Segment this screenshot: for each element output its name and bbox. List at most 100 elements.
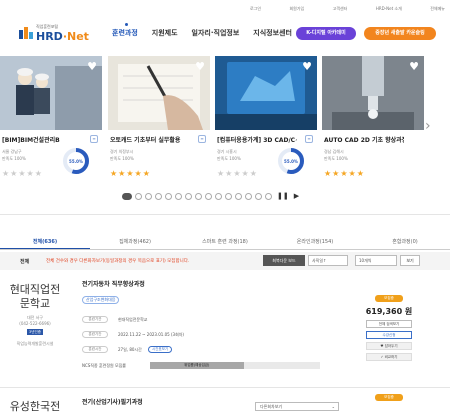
pager-dot[interactable] [245,192,252,200]
save-button[interactable]: ♥ 담아두기 [366,342,412,350]
carousel-pager: ❚❚ ▶ [122,192,299,200]
menu-training-courses[interactable]: 훈련과정 [112,23,138,38]
institution-phone: (042-522-6696) [19,321,51,326]
info-badge-icon: ≡ [90,135,98,143]
course-type-tabs: 전체(636) 집체과정(462) 스마트 훈련 과정(18) 온라인과정(15… [0,238,450,249]
pager-dot[interactable] [225,192,232,200]
new-start-button[interactable]: 중장년 새출발 카운슬링 [364,27,436,40]
tab-smart[interactable]: 스마트 훈련 과정(18) [180,238,270,249]
sort-type-select[interactable]: 최북다운 보드 [263,255,305,266]
k-digital-academy-button[interactable]: K-디지털 아카데미 [296,27,356,40]
carousel-next-icon[interactable]: › [425,118,431,134]
pause-icon[interactable]: ❚❚ [277,192,289,200]
filter-label: 전체 [20,259,30,265]
all-menu-link[interactable]: 전체메뉴 [430,6,445,12]
chevron-down-icon: ⌄ [331,404,335,409]
menu-job-info[interactable]: 일자리·직업정보 [192,28,240,38]
course-card-image: ♥ [0,56,102,130]
institution-name[interactable]: 현대직업전문학교 [5,283,65,311]
course-card-meta: 경남 김해시 만족도 100% [324,149,348,161]
next-slide-icon[interactable]: ▶ [294,192,299,200]
course-card-image: ♥ [322,56,424,130]
pager-dot[interactable] [145,192,152,200]
institution-name[interactable]: 유성한국전 [0,400,70,414]
course-title[interactable]: 전기(산업기사)필기과정 [82,397,143,406]
row-value: 27일, 80시간 [118,347,142,352]
hrd-net-logo[interactable]: 직업훈련포털 HRD·Net [18,22,89,44]
menu-knowledge-center[interactable]: 지식정보센터 [253,28,292,38]
enroll-button[interactable]: 수강신청 [366,331,412,339]
about-link[interactable]: HRD-Net 소개 [376,6,402,12]
pager-dot[interactable] [165,192,172,200]
menu-support-programs[interactable]: 지원제도 [152,28,178,38]
timetable-button[interactable]: 시간표보기 [148,346,173,353]
rating-stars: ★★★★★ [2,169,43,178]
pager-dot[interactable] [215,192,222,200]
compare-button[interactable]: ✓ 비교하기 [366,353,412,361]
pager-dot[interactable] [135,192,142,200]
course-card-title[interactable]: [BIM]BIM건설관리B [2,135,82,144]
logo-mark-icon [19,27,33,39]
view-button[interactable]: 보기 [400,255,420,266]
logo-text: HRD·Net [36,30,89,43]
course-card[interactable]: ♥ [컴퓨터응용가계] 3D CAD/C~ ≡ 경기 시흥시 만족도 100% ★… [215,56,317,188]
main-menu: 훈련과정 지원제도 일자리·직업정보 지식정보센터 [112,23,292,38]
course-actions: 모집중 619,360 원 전체 검색보기 수강신청 ♥ 담아두기 ✓ 비교하기 [360,295,418,361]
pager-dot[interactable] [205,192,212,200]
heart-icon[interactable]: ♥ [409,60,419,73]
sort-order-select[interactable]: 사직일↑ [308,255,348,266]
view-all-button[interactable]: 전체 검색보기 [366,320,412,328]
pager-dot[interactable] [265,192,272,200]
customer-center-link[interactable]: 고객센터 [333,6,348,12]
ncs-label: NCS직종 훈련정원 모집률 [82,363,126,368]
course-card-title[interactable]: 오토캐드 기초부터 실무활용 [110,135,190,144]
course-actions: 모집중 [360,394,418,401]
course-card-title[interactable]: [컴퓨터응용가계] 3D CAD/C~ [217,135,297,144]
tab-all[interactable]: 전체(636) [0,238,90,249]
rating-stars: ★★★★★ [110,169,151,178]
course-card-image: ♥ [108,56,210,130]
signup-link[interactable]: 회원가입 [289,6,304,12]
pager-dot[interactable] [185,192,192,200]
course-row: 현대직업전문학교 대전 서구 (042-522-6696) 3년인증 직업능력개… [0,275,450,387]
filter-bar: 전체 전체 건수와 경우 다른화자보기(동일과정의 경우 목음으로 표기) 모집… [0,252,450,270]
course-row: 유성한국전 전기(산업기사)필기과정 다른회차보기 ⌄ 모집중 [0,392,450,415]
pager-dot[interactable] [122,192,132,200]
institution-type: 직업능력개발훈련시설 [16,341,54,346]
info-badge-icon: ≡ [198,135,206,143]
course-card[interactable]: ♥ 오토캐드 기초부터 실무활용 ≡ 경기 의정부시 만족도 100% ★★★★★ [108,56,210,188]
row-label: 훈련기관 [82,316,108,323]
page-size-select[interactable]: 10개씩 [355,255,397,266]
pager-dot[interactable] [255,192,262,200]
institution-block: 현대직업전문학교 대전 서구 (042-522-6696) 3년인증 직업능력개… [0,283,70,347]
filter-notice: 전체 건수와 경우 다른화자보기(동일과정의 경우 목음으로 표기) 모집합니다… [46,259,190,264]
course-title[interactable]: 전기자동차 직무향상과정 [82,279,145,288]
course-card-meta: 서울 강남구 만족도 100% [2,149,26,161]
other-session-select[interactable]: 다른회차보기 ⌄ [255,402,339,411]
heart-icon[interactable]: ♥ [195,60,205,73]
heart-icon[interactable]: ♥ [302,60,312,73]
heart-icon[interactable]: ♥ [87,60,97,73]
pager-dot[interactable] [155,192,162,200]
pager-dot[interactable] [195,192,202,200]
satisfaction-percent: 55.0% [284,159,298,164]
course-card[interactable]: ♥ [BIM]BIM건설관리B ≡ 서울 강남구 만족도 100% ★★★★★ 5… [0,56,102,188]
status-badge: 모집중 [375,394,403,401]
course-card[interactable]: ♥ AUTO CAD 2D 기초 향상과정 경남 김해시 만족도 100% ★★★… [322,56,424,188]
tab-classroom[interactable]: 집체과정(462) [90,238,180,249]
login-link[interactable]: 로그인 [250,6,261,12]
course-tag-chip: 산업구조변화대응 [82,296,120,304]
pager-dot[interactable] [175,192,182,200]
enrollment-gauge: 위업룸(예상입금) [150,362,320,369]
tab-blended[interactable]: 혼합과정(0) [360,238,450,249]
course-card-image: ♥ [215,56,317,130]
row-label: 훈련시간 [82,346,108,353]
course-carousel: ♥ [BIM]BIM건설관리B ≡ 서울 강남구 만족도 100% ★★★★★ 5… [0,56,450,188]
row-value: 현대직업전문학교 [118,317,148,322]
institution-block: 유성한국전 [0,400,70,414]
tab-online[interactable]: 온라인과정(154) [270,238,360,249]
pager-dot[interactable] [235,192,242,200]
row-value: 2022.11.22 ~ 2023.01.05 (3회차) [118,332,184,337]
course-card-title[interactable]: AUTO CAD 2D 기초 향상과정 [324,135,404,144]
rating-stars: ★★★★★ [324,169,365,178]
